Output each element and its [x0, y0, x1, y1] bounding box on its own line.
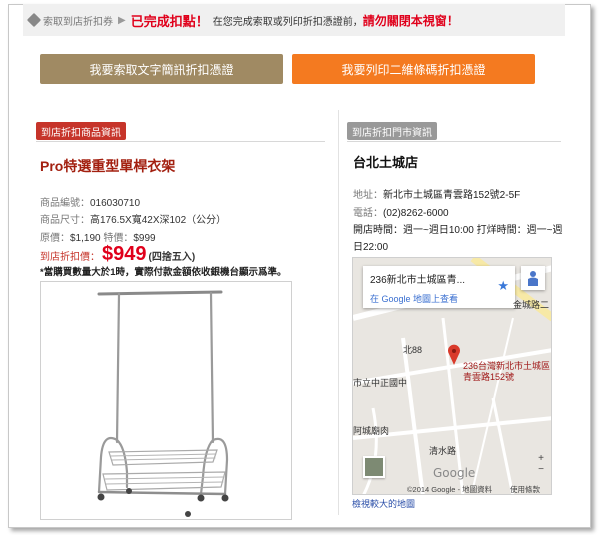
zoom-in-button[interactable]: +: [533, 453, 549, 464]
tag-icon: [26, 12, 42, 28]
discount-price-label: 到店折扣價：: [40, 252, 100, 263]
store-name: 台北土城店: [353, 155, 419, 170]
notice-text: 在您完成索取或列印折扣憑證前，: [212, 16, 363, 28]
done-label: 已完成扣點！: [130, 13, 209, 29]
store-section-tag: 到店折扣門市資訊: [347, 122, 437, 140]
street-label: 金城路二: [513, 300, 550, 310]
breadcrumb[interactable]: 索取到店折扣券: [43, 13, 113, 28]
product-size-value: 高176.5X寬42X深102（公分）: [90, 215, 227, 226]
warning-text: 請勿關閉本視窗！: [362, 13, 459, 28]
map-info-card: 236新北市土城區青... 在 Google 地圖上查看 ★: [363, 266, 515, 308]
store-tel-label: 電話：: [353, 208, 383, 219]
divider: [36, 141, 325, 142]
view-in-google-maps-link[interactable]: 在 Google 地圖上查看: [370, 292, 508, 305]
star-icon[interactable]: ★: [497, 278, 509, 294]
product-prices: 原價：$1,190 特價：$999: [40, 229, 156, 244]
map-card-address: 236新北市土城區青...: [370, 275, 466, 286]
place-label: 市立中正國中: [353, 378, 408, 388]
product-size: 商品尺寸：高176.5X寬42X深102（公分）: [40, 211, 226, 226]
column-divider: [338, 110, 339, 515]
map-pin-icon[interactable]: [447, 344, 461, 366]
map-pin-label: 236台灣新北市土城區青雲路152號: [463, 361, 551, 382]
store-map[interactable]: 236新北市土城區青... 在 Google 地圖上查看 ★ 金城路二 北88 …: [352, 257, 552, 495]
store-address: 地址：新北市土城區青雲路152號2-5F: [353, 187, 563, 204]
person-icon: [528, 271, 538, 286]
quantity-note: *當購買數量大於1時，實際付款金額依收銀機台顯示爲準。: [40, 267, 287, 278]
qr-voucher-button[interactable]: 我要列印二維條碼折扣憑證: [292, 54, 535, 84]
product-code-value: 016030710: [90, 198, 141, 209]
view-larger-map-link[interactable]: 檢視較大的地圖: [352, 497, 415, 510]
street-view-thumbnail[interactable]: [363, 456, 385, 478]
store-tel-value: (02)8262-6000: [383, 208, 449, 219]
notice-bar: 索取到店折扣券 ▶ 已完成扣點！ 在您完成索取或列印折扣憑證前， 請勿關閉本視窗…: [23, 4, 565, 36]
map-copyright: ©2014 Google - 地圖資料: [407, 485, 493, 494]
discount-price: 到店折扣價： $949 (四捨五入): [40, 243, 195, 266]
clothes-rack-illustration: [97, 290, 229, 517]
street-label: 清水路: [429, 446, 457, 456]
sms-voucher-button[interactable]: 我要索取文字簡訊折扣憑證: [40, 54, 283, 84]
product-image: [40, 281, 292, 520]
product-code: 商品編號：016030710: [40, 194, 140, 209]
google-logo: Google: [433, 466, 476, 480]
pegman-icon[interactable]: [521, 266, 545, 290]
rounding-note: (四捨五入): [148, 252, 196, 263]
street-label: 北88: [403, 345, 423, 355]
breadcrumb-separator-icon: ▶: [118, 14, 126, 26]
discount-price-value: $949: [102, 243, 147, 265]
place-label: 阿城廟肉: [353, 426, 390, 436]
product-section-tag: 到店折扣商品資訊: [36, 122, 126, 140]
product-code-label: 商品編號：: [40, 198, 90, 209]
divider: [347, 141, 561, 142]
store-address-value: 新北市土城區青雲路152號2-5F: [383, 190, 521, 201]
product-title: Pro特選重型單桿衣架: [40, 158, 176, 174]
map-terms-link[interactable]: 使用條款: [510, 484, 540, 494]
product-size-label: 商品尺寸：: [40, 215, 90, 226]
zoom-out-button[interactable]: −: [533, 464, 549, 475]
store-tel: 電話：(02)8262-6000: [353, 205, 563, 222]
zoom-controls: + −: [533, 453, 549, 475]
store-hours: 開店時間：週一~週日10:00 打烊時間：週一~週日22:00: [353, 225, 563, 253]
store-address-label: 地址：: [353, 190, 383, 201]
